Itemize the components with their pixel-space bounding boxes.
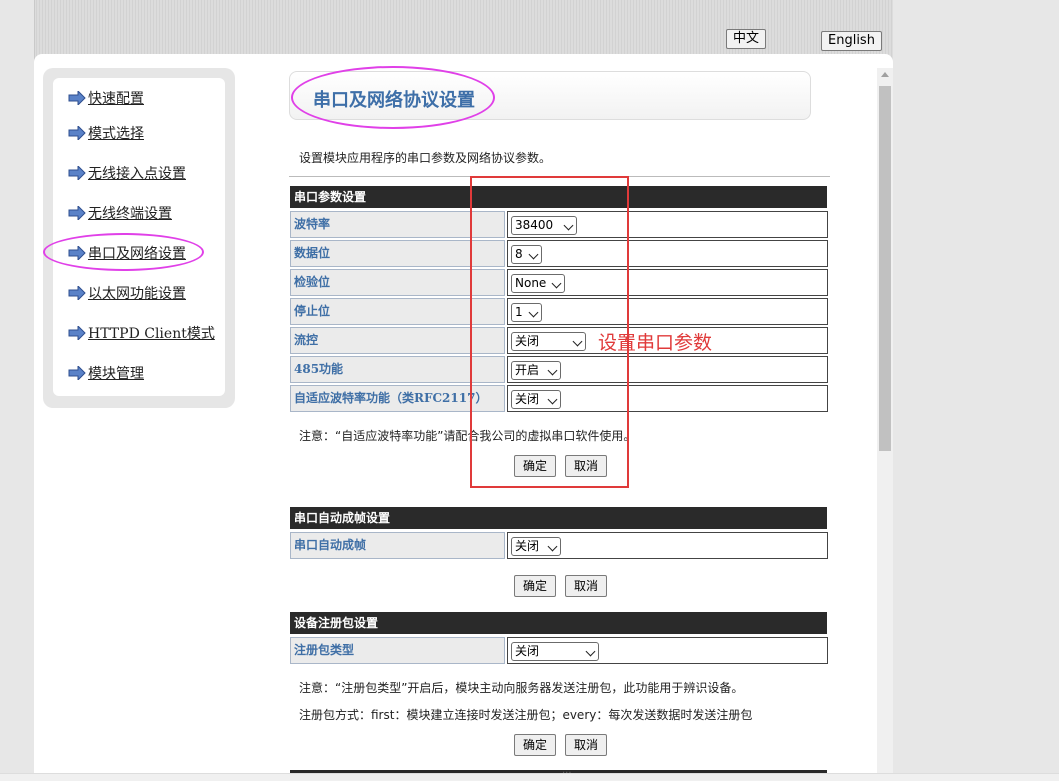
arrow-right-icon bbox=[68, 286, 86, 300]
resize-grip-icon: ··· bbox=[562, 768, 572, 779]
sidebar-item-label: 无线终端设置 bbox=[88, 206, 172, 222]
register-cancel-button[interactable]: 取消 bbox=[565, 734, 607, 756]
vertical-scrollbar[interactable] bbox=[877, 68, 893, 780]
auto-frame-label: 串口自动成帧 bbox=[290, 532, 505, 559]
chevron-down-icon bbox=[547, 541, 558, 552]
page-description: 设置模块应用程序的串口参数及网络协议参数。 bbox=[299, 151, 552, 165]
auto-frame-cell: 关闭 bbox=[507, 532, 828, 559]
sidebar-item-sta-settings[interactable]: 无线终端设置 bbox=[68, 203, 172, 223]
scroll-thumb[interactable] bbox=[879, 86, 891, 451]
right-rail bbox=[893, 0, 1059, 780]
sidebar-item-quick-config[interactable]: 快速配置 bbox=[68, 88, 144, 108]
annotation-label: 设置串口参数 bbox=[598, 332, 713, 354]
scroll-up-icon[interactable] bbox=[881, 72, 889, 77]
arrow-right-icon bbox=[68, 326, 86, 340]
register-method-note: 注册包方式：first：模块建立连接时发送注册包；every：每次发送数据时发送… bbox=[299, 708, 753, 722]
sidebar-item-ethernet[interactable]: 以太网功能设置 bbox=[68, 283, 186, 303]
auto-frame-value: 关闭 bbox=[515, 539, 540, 553]
sidebar-highlight-ellipse bbox=[43, 233, 204, 271]
sidebar-item-label: 快速配置 bbox=[88, 91, 144, 107]
sidebar-item-label: 模式选择 bbox=[88, 126, 144, 142]
auto-frame-select[interactable]: 关闭 bbox=[511, 537, 561, 556]
arrow-right-icon bbox=[68, 91, 86, 105]
frame-ok-button[interactable]: 确定 bbox=[514, 575, 556, 597]
left-rail bbox=[0, 0, 35, 780]
register-type-label: 注册包类型 bbox=[290, 637, 505, 664]
sidebar-item-label: HTTPD Client模式 bbox=[88, 326, 215, 342]
sidebar-item-ap-settings[interactable]: 无线接入点设置 bbox=[68, 163, 186, 183]
frame-cancel-button[interactable]: 取消 bbox=[565, 575, 607, 597]
register-ok-button[interactable]: 确定 bbox=[514, 734, 556, 756]
chinese-language-button[interactable]: 中文 bbox=[726, 29, 767, 49]
sidebar-item-label: 模块管理 bbox=[88, 366, 144, 382]
register-type-value: 关闭 bbox=[515, 644, 540, 658]
frame-section-header: 串口自动成帧设置 bbox=[290, 507, 827, 529]
sidebar-item-label: 以太网功能设置 bbox=[88, 286, 186, 302]
arrow-right-icon bbox=[68, 126, 86, 140]
arrow-right-icon bbox=[68, 166, 86, 180]
register-type-cell: 关闭 bbox=[507, 637, 828, 664]
title-highlight-ellipse bbox=[291, 66, 495, 129]
register-type-select[interactable]: 关闭 bbox=[511, 642, 599, 661]
register-section-header: 设备注册包设置 bbox=[290, 612, 827, 634]
sidebar-item-mode-select[interactable]: 模式选择 bbox=[68, 123, 144, 143]
sidebar-item-label: 无线接入点设置 bbox=[88, 166, 186, 182]
register-note: 注意：“注册包类型”开启后，模块主动向服务器发送注册包，此功能用于辨识设备。 bbox=[299, 681, 744, 695]
sidebar-item-httpd-client[interactable]: HTTPD Client模式 bbox=[68, 323, 215, 343]
arrow-right-icon bbox=[68, 206, 86, 220]
sidebar-item-module-mgmt[interactable]: 模块管理 bbox=[68, 363, 144, 383]
english-language-button[interactable]: English bbox=[821, 31, 882, 51]
arrow-right-icon bbox=[68, 366, 86, 380]
chevron-down-icon bbox=[585, 646, 596, 657]
